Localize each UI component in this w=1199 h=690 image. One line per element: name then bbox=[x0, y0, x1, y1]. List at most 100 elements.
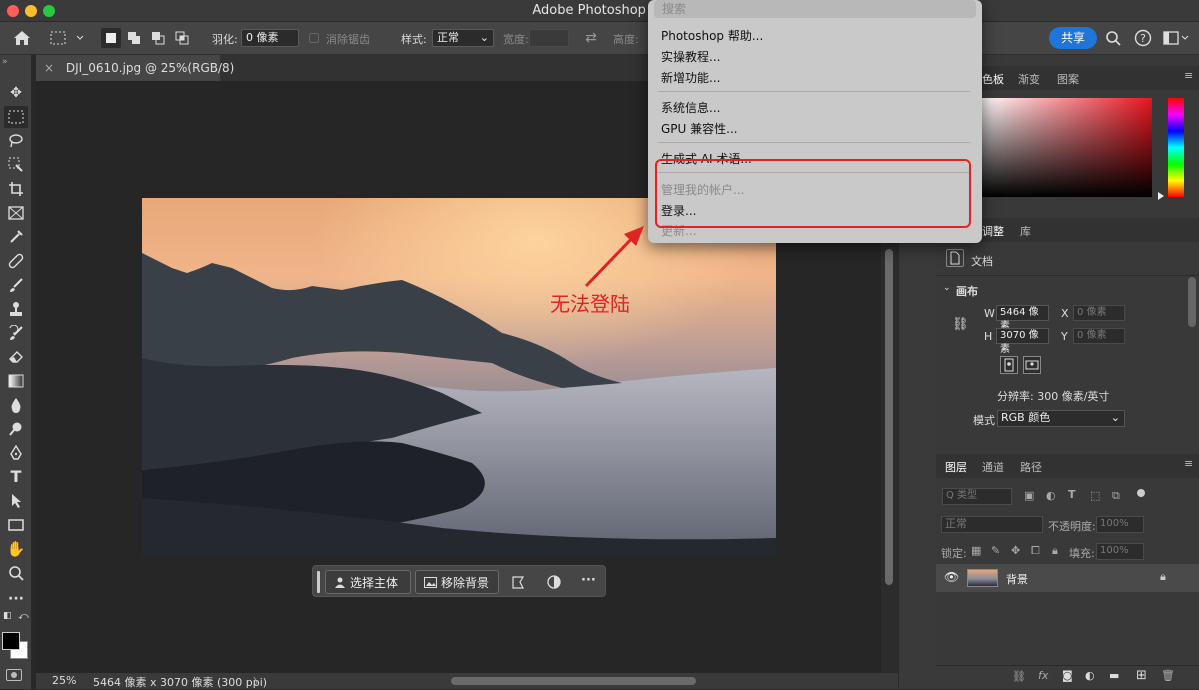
canvas-height-input[interactable]: 3070 像素 bbox=[996, 328, 1049, 355]
tab-layers[interactable]: 图层 bbox=[945, 459, 967, 475]
tab-libraries[interactable]: 库 bbox=[1020, 223, 1031, 239]
menu-item-gpu-compatibility[interactable]: GPU 兼容性... bbox=[661, 120, 738, 137]
link-layers-icon[interactable]: ⛓ bbox=[1012, 670, 1026, 683]
lock-pixels-icon[interactable]: ✎ bbox=[991, 544, 1000, 557]
fx-icon[interactable]: fx bbox=[1038, 669, 1048, 682]
search-icon[interactable] bbox=[1103, 28, 1123, 48]
filter-toggle-icon[interactable] bbox=[1137, 489, 1145, 497]
crop-tool-icon[interactable] bbox=[4, 178, 28, 200]
opacity-input[interactable]: 100% bbox=[1096, 516, 1144, 533]
lock-position-icon[interactable]: ✥ bbox=[1011, 544, 1020, 557]
subtract-from-selection-icon[interactable] bbox=[148, 28, 168, 48]
swap-icon[interactable]: ⇄ bbox=[580, 28, 602, 48]
layer-name[interactable]: 背景 bbox=[1006, 571, 1028, 587]
antialias-checkbox[interactable] bbox=[309, 33, 319, 43]
layer-kind-filter[interactable]: Q 类型 bbox=[942, 488, 1012, 505]
info-menu-arrow[interactable]: 〉 bbox=[253, 674, 264, 690]
new-adjustment-icon[interactable]: ◐ bbox=[1085, 669, 1095, 682]
menu-item-system-info[interactable]: 系统信息... bbox=[661, 99, 720, 116]
more-options-button[interactable]: ··· bbox=[581, 573, 596, 588]
style-select[interactable]: 正常 ⌄ bbox=[432, 29, 494, 47]
share-button[interactable]: 共享 bbox=[1049, 27, 1097, 49]
object-selection-tool-icon[interactable] bbox=[4, 154, 28, 176]
blend-mode-select[interactable]: 正常 bbox=[941, 516, 1043, 533]
lock-artboard-icon[interactable]: ⧠ bbox=[1031, 544, 1040, 558]
help-icon[interactable]: ? bbox=[1133, 28, 1153, 48]
width-input[interactable] bbox=[529, 29, 569, 47]
new-layer-icon[interactable]: ⊞ bbox=[1136, 668, 1147, 683]
blur-tool-icon[interactable] bbox=[4, 394, 28, 416]
eraser-tool-icon[interactable] bbox=[4, 346, 28, 368]
collapse-toolbar-icon[interactable]: » bbox=[2, 57, 8, 67]
lock-transparency-icon[interactable]: ▦ bbox=[971, 544, 981, 557]
dodge-tool-icon[interactable] bbox=[4, 418, 28, 440]
zoom-tool-icon[interactable] bbox=[4, 562, 28, 584]
fill-input[interactable]: 100% bbox=[1096, 543, 1144, 560]
canvas-y-input[interactable]: 0 像素 bbox=[1073, 328, 1125, 344]
marquee-preset-picker[interactable] bbox=[46, 28, 88, 48]
hue-slider-marker[interactable] bbox=[1158, 192, 1164, 200]
gradient-tool-icon[interactable] bbox=[4, 370, 28, 392]
tab-paths[interactable]: 路径 bbox=[1020, 459, 1042, 475]
trash-icon[interactable]: 🗑︎ bbox=[1161, 669, 1175, 682]
chevron-down-icon[interactable]: ⌄ bbox=[943, 283, 951, 293]
clone-stamp-tool-icon[interactable] bbox=[4, 298, 28, 320]
lock-all-icon[interactable]: 🔒︎ bbox=[1052, 544, 1058, 558]
color-mode-select[interactable]: RGB 颜色 ⌄ bbox=[997, 410, 1125, 427]
menu-item-tutorials[interactable]: 实操教程... bbox=[661, 48, 720, 65]
tab-adjustments[interactable]: 调整 bbox=[982, 223, 1004, 239]
close-tab-icon[interactable]: × bbox=[44, 61, 54, 75]
default-colors-icon[interactable]: ◧ bbox=[3, 611, 12, 621]
document-tab[interactable]: × DJI_0610.jpg @ 25%(RGB/8) bbox=[36, 55, 234, 81]
pen-tool-icon[interactable] bbox=[4, 442, 28, 464]
pixel-filter-icon[interactable]: ▣ bbox=[1024, 489, 1034, 502]
canvas-width-input[interactable]: 5464 像素 bbox=[996, 305, 1049, 332]
new-group-icon[interactable]: ▬ bbox=[1109, 669, 1119, 682]
swap-colors-icon[interactable]: ⤺ bbox=[18, 611, 29, 622]
portrait-orientation-icon[interactable] bbox=[1000, 356, 1018, 374]
rectangle-tool-icon[interactable] bbox=[4, 514, 28, 536]
landscape-orientation-icon[interactable] bbox=[1023, 356, 1041, 374]
remove-background-button[interactable]: 移除背景 bbox=[415, 570, 499, 594]
layer-row-background[interactable]: 👁︎ 背景 🔒︎ bbox=[936, 564, 1199, 592]
type-filter-icon[interactable]: T bbox=[1068, 488, 1076, 501]
adjustment-filter-icon[interactable]: ◐ bbox=[1046, 489, 1056, 502]
panel-menu-icon[interactable]: ≡ bbox=[1184, 457, 1193, 470]
tab-patterns[interactable]: 图案 bbox=[1057, 71, 1079, 87]
panel-menu-icon[interactable]: ≡ bbox=[1184, 69, 1193, 82]
zoom-level[interactable]: 25% bbox=[52, 674, 76, 687]
eyedropper-tool-icon[interactable] bbox=[4, 226, 28, 248]
foreground-color-swatch[interactable] bbox=[2, 632, 20, 650]
workspace-icon[interactable] bbox=[1162, 28, 1190, 48]
menu-item-photoshop-help[interactable]: Photoshop 帮助... bbox=[661, 27, 763, 44]
menu-search-input[interactable]: 搜索 bbox=[654, 0, 976, 18]
lasso-tool-icon[interactable] bbox=[4, 130, 28, 152]
tab-gradients[interactable]: 渐变 bbox=[1018, 71, 1040, 87]
properties-scroll-thumb[interactable] bbox=[1188, 277, 1196, 327]
brush-tool-icon[interactable] bbox=[4, 274, 28, 296]
tab-swatches[interactable]: 色板 bbox=[982, 71, 1004, 87]
smart-object-filter-icon[interactable]: ⧉ bbox=[1112, 489, 1120, 503]
hand-tool-icon[interactable]: ✋ bbox=[4, 538, 28, 560]
link-icon[interactable]: ⛓ bbox=[952, 317, 969, 332]
more-tools-icon[interactable]: ··· bbox=[4, 588, 28, 610]
home-icon[interactable] bbox=[8, 28, 36, 48]
marquee-tool-icon[interactable] bbox=[4, 106, 28, 128]
color-picker-field[interactable] bbox=[980, 98, 1152, 197]
tab-channels[interactable]: 通道 bbox=[982, 459, 1004, 475]
adjustment-icon[interactable] bbox=[547, 575, 561, 592]
new-selection-icon[interactable] bbox=[101, 28, 121, 48]
path-selection-tool-icon[interactable] bbox=[4, 490, 28, 512]
menu-item-whats-new[interactable]: 新增功能... bbox=[661, 69, 720, 86]
select-subject-button[interactable]: 选择主体 bbox=[325, 570, 411, 594]
layer-visibility-eye-icon[interactable]: 👁︎ bbox=[944, 570, 959, 584]
type-tool-icon[interactable]: T bbox=[4, 466, 28, 488]
vertical-scroll-thumb[interactable] bbox=[885, 249, 893, 585]
add-to-selection-icon[interactable] bbox=[124, 28, 144, 48]
canvas-x-input[interactable]: 0 像素 bbox=[1073, 305, 1125, 321]
intersect-selection-icon[interactable] bbox=[172, 28, 192, 48]
frame-tool-icon[interactable] bbox=[4, 202, 28, 224]
hue-slider[interactable] bbox=[1168, 98, 1184, 197]
add-mask-icon[interactable]: ◙ bbox=[1062, 669, 1073, 682]
drag-handle[interactable] bbox=[317, 571, 320, 593]
